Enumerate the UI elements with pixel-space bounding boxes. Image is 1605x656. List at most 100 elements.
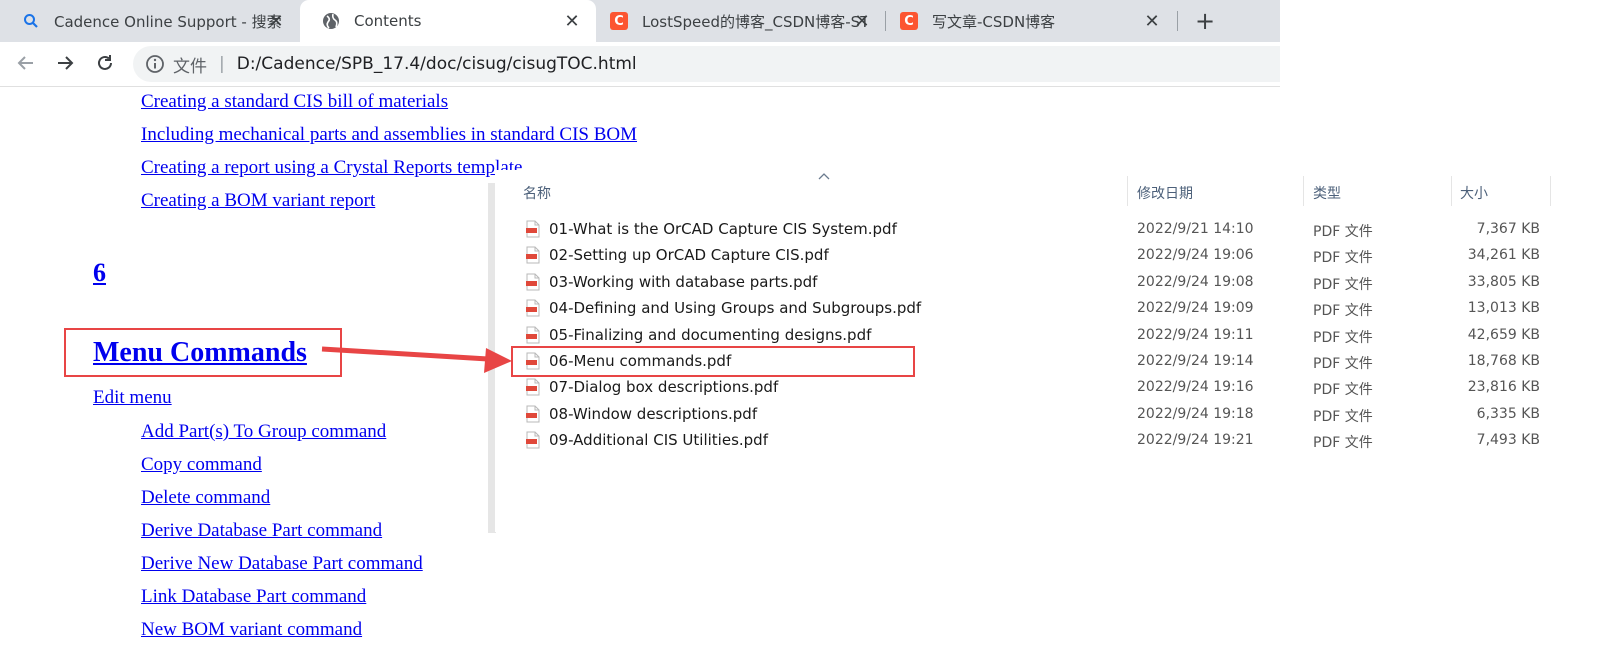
section-edit-menu[interactable]: Edit menu xyxy=(93,387,172,409)
file-date: 2022/9/24 19:06 xyxy=(1137,247,1254,264)
address-bar[interactable]: 文件 | D:/Cadence/SPB_17.4/doc/cisug/cisug… xyxy=(133,46,1280,82)
column-header-size[interactable]: 大小 xyxy=(1460,183,1488,203)
tab-csdn-write[interactable]: C 写文章-CSDN博客 ✕ xyxy=(886,0,1176,42)
file-name[interactable]: 09-Additional CIS Utilities.pdf xyxy=(549,431,768,449)
file-type: PDF 文件 xyxy=(1313,435,1373,452)
file-row[interactable]: 01-What is the OrCAD Capture CIS System.… xyxy=(495,216,1605,242)
file-date: 2022/9/24 19:14 xyxy=(1137,353,1254,369)
file-name[interactable]: 02-Setting up OrCAD Capture CIS.pdf xyxy=(549,246,829,264)
file-row[interactable]: 09-Additional CIS Utilities.pdf 2022/9/24… xyxy=(495,427,1605,453)
toc-link[interactable]: Link Database Part command xyxy=(141,586,366,608)
column-divider[interactable] xyxy=(1451,176,1452,206)
pdf-file-icon xyxy=(526,431,540,449)
file-type: PDF 文件 xyxy=(1313,303,1373,320)
globe-icon xyxy=(322,12,340,30)
pdf-file-icon xyxy=(526,273,540,291)
tab-cadence-support[interactable]: Cadence Online Support - 搜索 ✕ xyxy=(0,0,300,42)
info-icon xyxy=(146,55,164,73)
tab-csdn-lostspeed[interactable]: C LostSpeed的博客_CSDN博客-ST ✕ xyxy=(596,0,886,42)
pdf-file-icon xyxy=(526,326,540,344)
tab-title: Cadence Online Support - 搜索 xyxy=(54,12,282,31)
tab-contents[interactable]: Contents ✕ xyxy=(300,0,596,42)
column-divider[interactable] xyxy=(1127,176,1128,206)
column-header-type[interactable]: 类型 xyxy=(1313,183,1341,203)
tab-title: LostSpeed的博客_CSDN博客-ST xyxy=(642,12,866,31)
url-text[interactable]: D:/Cadence/SPB_17.4/doc/cisug/cisugTOC.h… xyxy=(237,54,637,74)
toc-link[interactable]: Derive Database Part command xyxy=(141,520,382,542)
arrow-right-icon xyxy=(58,56,74,70)
file-type: PDF 文件 xyxy=(1313,329,1373,346)
pdf-file-icon xyxy=(526,378,540,396)
close-tab-icon[interactable]: ✕ xyxy=(266,11,286,32)
column-header-name[interactable]: 名称 xyxy=(523,183,551,203)
file-size: 7,367 KB xyxy=(1476,221,1540,237)
browser-tab-strip: Cadence Online Support - 搜索 ✕ Contents ✕… xyxy=(0,0,1280,42)
file-type: PDF 文件 xyxy=(1313,356,1373,372)
file-name[interactable]: 03-Working with database parts.pdf xyxy=(549,273,817,291)
file-date: 2022/9/24 19:11 xyxy=(1137,326,1254,343)
file-row[interactable]: 03-Working with database parts.pdf 2022/9… xyxy=(495,269,1605,295)
forward-button[interactable] xyxy=(52,50,78,76)
new-tab-button[interactable]: + xyxy=(1192,7,1218,35)
toc-link[interactable]: Creating a BOM variant report xyxy=(141,190,375,212)
column-header-date[interactable]: 修改日期 xyxy=(1137,183,1193,203)
toc-link[interactable]: Including mechanical parts and assemblie… xyxy=(141,124,637,146)
file-name[interactable]: 07-Dialog box descriptions.pdf xyxy=(549,378,778,396)
reload-icon xyxy=(98,55,112,70)
file-date: 2022/9/24 19:21 xyxy=(1137,432,1254,449)
file-name[interactable]: 05-Finalizing and documenting designs.pd… xyxy=(549,326,871,344)
tab-divider xyxy=(1177,11,1178,31)
column-divider[interactable] xyxy=(1303,176,1304,206)
reload-button[interactable] xyxy=(92,50,118,76)
file-date: 2022/9/24 19:16 xyxy=(1137,379,1254,396)
file-row[interactable]: 02-Setting up OrCAD Capture CIS.pdf 2022/… xyxy=(495,242,1605,268)
toc-link[interactable]: Copy command xyxy=(141,454,262,476)
file-size: 23,816 KB xyxy=(1467,379,1540,396)
file-date: 2022/9/24 19:08 xyxy=(1137,273,1254,290)
highlight-box xyxy=(511,346,915,377)
file-row[interactable]: 07-Dialog box descriptions.pdf 2022/9/24 … xyxy=(495,374,1605,400)
arrow-left-icon xyxy=(17,56,33,70)
tab-title: Contents xyxy=(354,12,422,30)
file-name[interactable]: 01-What is the OrCAD Capture CIS System.… xyxy=(549,220,897,238)
file-date: 2022/9/21 14:10 xyxy=(1137,221,1254,237)
close-tab-icon[interactable]: ✕ xyxy=(562,11,582,32)
toc-link[interactable]: Add Part(s) To Group command xyxy=(141,421,386,443)
sort-ascending-icon[interactable] xyxy=(818,172,830,180)
pdf-file-icon xyxy=(526,220,540,238)
file-row[interactable]: 04-Defining and Using Groups and Subgrou… xyxy=(495,295,1605,321)
csdn-logo-icon: C xyxy=(900,12,918,30)
file-scheme-label: 文件 xyxy=(173,56,207,77)
file-date: 2022/9/24 19:18 xyxy=(1137,405,1254,422)
address-separator: | xyxy=(219,54,225,74)
file-name[interactable]: 04-Defining and Using Groups and Subgrou… xyxy=(549,299,921,317)
toc-link[interactable]: Derive New Database Part command xyxy=(141,553,423,575)
file-size: 6,335 KB xyxy=(1476,405,1540,422)
file-type: PDF 文件 xyxy=(1313,382,1373,399)
file-size: 13,013 KB xyxy=(1467,300,1540,317)
file-size: 42,659 KB xyxy=(1467,326,1540,343)
search-icon xyxy=(22,12,40,30)
file-type: PDF 文件 xyxy=(1313,224,1373,240)
column-divider[interactable] xyxy=(1550,176,1551,206)
file-type: PDF 文件 xyxy=(1313,276,1373,293)
csdn-logo-icon: C xyxy=(610,12,628,30)
tab-title: 写文章-CSDN博客 xyxy=(932,12,1056,31)
toc-link[interactable]: Creating a standard CIS bill of material… xyxy=(141,91,448,113)
back-button[interactable] xyxy=(13,50,39,76)
toc-link[interactable]: New BOM variant command xyxy=(141,619,362,641)
close-tab-icon[interactable]: ✕ xyxy=(1142,11,1162,32)
toc-link[interactable]: Creating a report using a Crystal Report… xyxy=(141,157,522,179)
close-tab-icon[interactable]: ✕ xyxy=(852,11,872,32)
pdf-file-icon xyxy=(526,405,540,423)
pdf-file-icon xyxy=(526,246,540,264)
chapter-number[interactable]: 6 xyxy=(93,258,106,288)
file-size: 7,493 KB xyxy=(1476,432,1540,449)
file-size: 33,805 KB xyxy=(1467,273,1540,290)
pdf-file-icon xyxy=(526,299,540,317)
file-row[interactable]: 08-Window descriptions.pdf 2022/9/24 19:1… xyxy=(495,401,1605,427)
toc-link[interactable]: Delete command xyxy=(141,487,270,509)
file-row[interactable]: 05-Finalizing and documenting designs.pd… xyxy=(495,322,1605,348)
browser-toolbar: 文件 | D:/Cadence/SPB_17.4/doc/cisug/cisug… xyxy=(0,42,1280,87)
file-name[interactable]: 08-Window descriptions.pdf xyxy=(549,405,757,423)
